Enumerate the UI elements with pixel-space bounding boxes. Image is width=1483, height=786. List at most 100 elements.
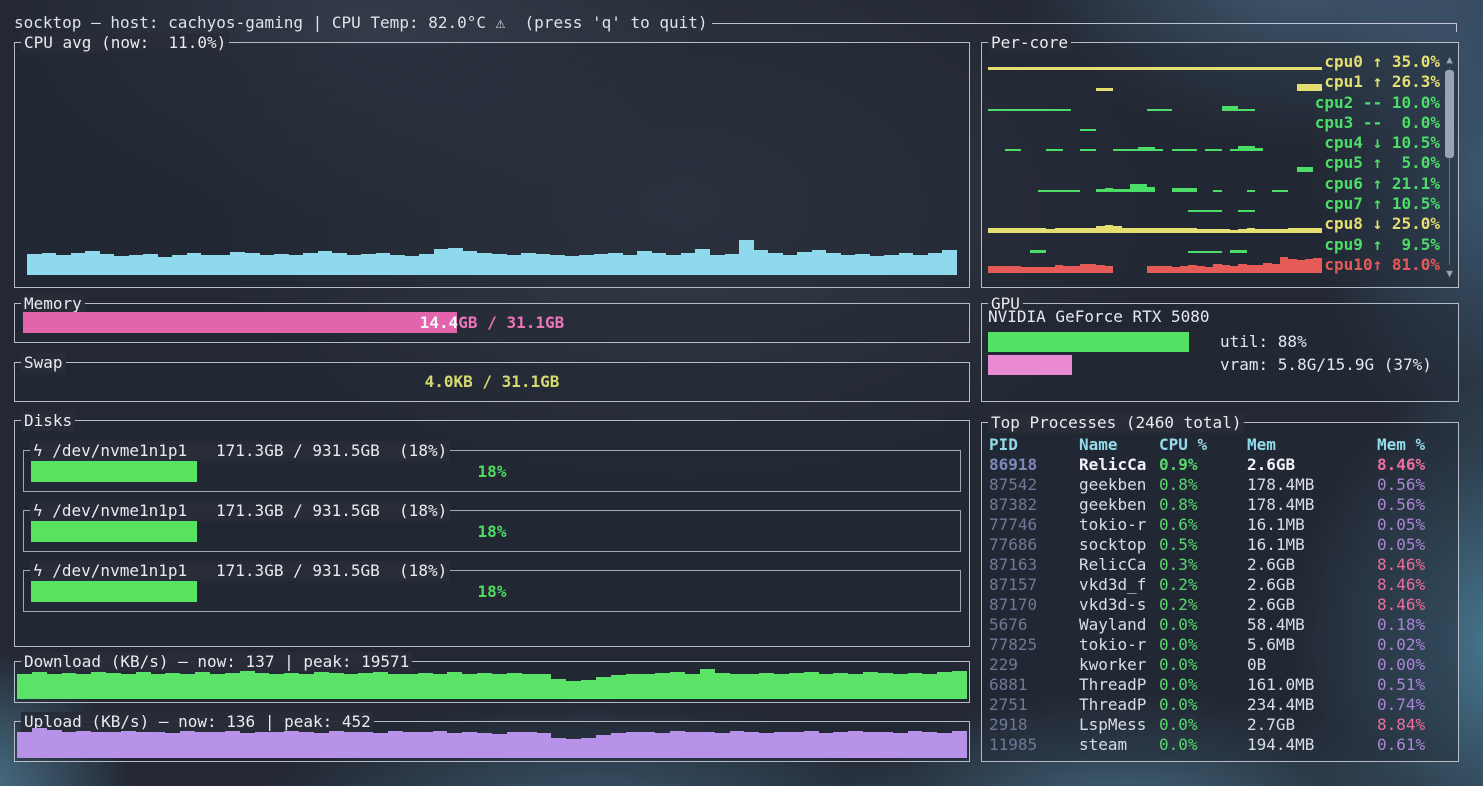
chart-bar [626, 674, 641, 699]
chart-bar [841, 255, 856, 275]
spark-bar [1272, 264, 1280, 273]
chart-bar [165, 733, 180, 759]
spark-bar [1222, 106, 1230, 111]
process-column-header[interactable]: Mem % [1377, 435, 1458, 455]
process-column-header[interactable]: Name [1079, 435, 1159, 455]
process-row[interactable]: 87542geekben0.8%178.4MB0.56% [982, 475, 1458, 495]
chart-bar [754, 250, 769, 275]
disk-item-title: ϟ /dev/nvme1n1p1 171.3GB / 931.5GB (18%) [30, 561, 450, 581]
spark-bar [1013, 266, 1021, 273]
spark-bar [1122, 149, 1130, 151]
process-cell-pid: 87382 [989, 495, 1079, 515]
process-row[interactable]: 2751ThreadP0.0%234.4MB0.74% [982, 695, 1458, 715]
core-row[interactable]: cpu4 ↓ 10.5% [988, 133, 1442, 153]
spark-bar [1105, 188, 1113, 192]
spark-bar [1130, 228, 1138, 233]
process-row[interactable]: 87157vkd3d_f0.2%2.6GB8.46% [982, 575, 1458, 595]
core-row[interactable]: cpu2 -- 10.0% [988, 93, 1442, 113]
process-row[interactable]: 5676Wayland0.0%58.4MB0.18% [982, 615, 1458, 635]
spark-bar [988, 266, 996, 273]
process-row[interactable]: 2918LspMess0.0%2.7GB8.84% [982, 715, 1458, 735]
process-cell-mem: 178.4MB [1247, 495, 1377, 515]
spark-bar [1163, 67, 1171, 71]
process-cell-cpu: 0.8% [1159, 475, 1247, 495]
spark-bar [1222, 265, 1230, 273]
chart-bar [744, 732, 759, 758]
spark-bar [1088, 228, 1096, 233]
core-row[interactable]: cpu1 ↑ 26.3% [988, 72, 1442, 92]
core-row[interactable]: cpu10↑ 81.0% [988, 255, 1442, 275]
chart-bar [611, 733, 626, 758]
titlebar-corner [1456, 23, 1457, 32]
process-cell-mem: 2.6GB [1247, 575, 1377, 595]
core-row[interactable]: cpu5 ↑ 5.0% [988, 153, 1442, 173]
percore-scrollbar[interactable]: ▲ ▼ [1444, 54, 1455, 279]
spark-bar [1180, 67, 1188, 71]
process-row[interactable]: 87382geekben0.8%178.4MB0.56% [982, 495, 1458, 515]
process-row[interactable]: 11985steam0.0%194.4MB0.61% [982, 735, 1458, 755]
spark-bar [1038, 190, 1046, 192]
chart-bar [299, 732, 314, 758]
process-row[interactable]: 86918RelicCa0.9%2.6GB8.46% [982, 455, 1458, 475]
process-row[interactable]: 77825tokio-r0.0%5.6MB0.02% [982, 635, 1458, 655]
process-column-header[interactable]: PID [989, 435, 1079, 455]
scroll-up-icon[interactable]: ▲ [1444, 54, 1455, 65]
process-cell-name: ThreadP [1079, 675, 1159, 695]
disk-item: ϟ /dev/nvme1n1p1 171.3GB / 931.5GB (18%)… [23, 510, 961, 552]
process-row[interactable]: 87163RelicCa0.3%2.6GB8.46% [982, 555, 1458, 575]
chart-bar [388, 731, 403, 758]
process-cell-pid: 229 [989, 655, 1079, 675]
chart-bar [626, 732, 641, 758]
core-row[interactable]: cpu6 ↑ 21.1% [988, 174, 1442, 194]
spark-bar [1155, 266, 1163, 273]
chart-bar [759, 673, 774, 699]
chart-bar [594, 254, 609, 275]
chart-bar [715, 733, 730, 759]
process-cell-name: geekben [1079, 475, 1159, 495]
process-row[interactable]: 77746tokio-r0.6%16.1MB0.05% [982, 515, 1458, 535]
process-cell-cpu: 0.0% [1159, 655, 1247, 675]
scrollbar-thumb[interactable] [1445, 70, 1454, 158]
chart-bar [47, 674, 62, 699]
process-cell-pid: 5676 [989, 615, 1079, 635]
core-row[interactable]: cpu9 ↑ 9.5% [988, 235, 1442, 255]
process-row[interactable]: 87170vkd3d-s0.2%2.6GB8.46% [982, 595, 1458, 615]
core-row[interactable]: cpu7 ↑ 10.5% [988, 194, 1442, 214]
process-table-header: PIDNameCPU %MemMem % [982, 435, 1458, 455]
disks-panel: Disks ϟ /dev/nvme1n1p1 171.3GB / 931.5GB… [14, 420, 970, 647]
process-cell-pid: 87170 [989, 595, 1079, 615]
scroll-down-icon[interactable]: ▼ [1444, 268, 1455, 279]
spark-bar [1297, 228, 1305, 232]
process-column-header[interactable]: Mem [1247, 435, 1377, 455]
process-row[interactable]: 6881ThreadP0.0%161.0MB0.51% [982, 675, 1458, 695]
core-label: cpu9 ↑ 9.5% [1324, 235, 1440, 255]
spark-bar [1046, 229, 1054, 233]
spark-bar [1155, 109, 1163, 111]
chart-bar [76, 731, 91, 758]
core-row[interactable]: cpu0 ↑ 35.0% [988, 52, 1442, 72]
process-row[interactable]: 77686socktop0.5%16.1MB0.05% [982, 535, 1458, 555]
spark-bar [1230, 266, 1238, 274]
swap-panel: Swap 4.0KB / 31.1GB [14, 362, 970, 402]
core-row[interactable]: cpu3 -- 0.0% [988, 113, 1442, 133]
chart-bar [878, 673, 893, 699]
core-label: cpu10↑ 81.0% [1324, 255, 1440, 275]
spark-bar [1197, 67, 1205, 71]
spark-bar [1130, 149, 1138, 151]
chart-bar [640, 674, 655, 699]
spark-bar [1305, 259, 1313, 273]
spark-bar [1205, 210, 1213, 212]
chart-bar [240, 671, 255, 699]
core-sparkline [988, 94, 1322, 111]
spark-bar [1238, 210, 1246, 212]
spark-bar [1005, 266, 1013, 273]
process-cell-mem: 178.4MB [1247, 475, 1377, 495]
core-sparkline [988, 53, 1322, 70]
chart-bar [952, 671, 967, 699]
core-row[interactable]: cpu8 ↓ 25.0% [988, 214, 1442, 234]
spark-bar [1213, 210, 1221, 212]
process-row[interactable]: 229kworker0.0%0B0.00% [982, 655, 1458, 675]
chart-bar [477, 253, 492, 275]
spark-bar [1305, 228, 1313, 233]
process-column-header[interactable]: CPU % [1159, 435, 1247, 455]
